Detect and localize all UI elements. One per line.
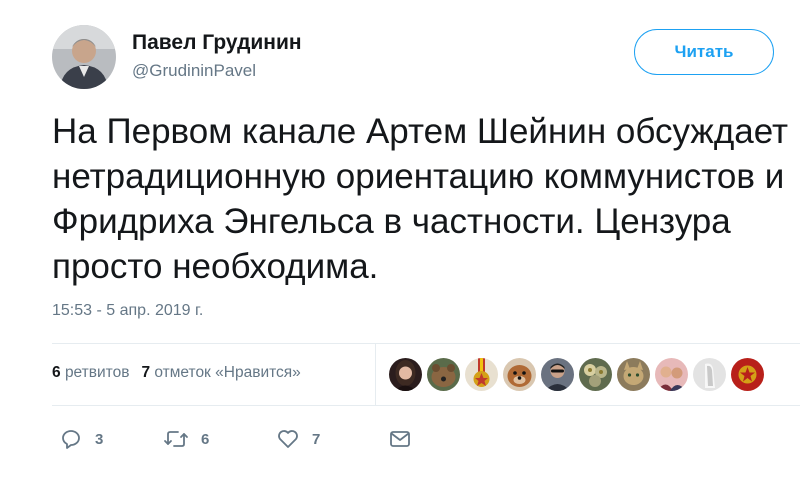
reply-button[interactable]: 3: [59, 427, 103, 451]
heart-icon: [278, 430, 298, 448]
like-count: 7: [312, 430, 321, 448]
liker-avatar[interactable]: [503, 358, 536, 391]
direct-message-button[interactable]: [388, 427, 412, 451]
retweet-icon: [164, 431, 188, 447]
reply-count: 3: [95, 430, 104, 448]
avatar[interactable]: [52, 25, 116, 89]
likes-count: 7: [141, 364, 151, 381]
tweet-timestamp[interactable]: 15:53 - 5 апр. 2019 г.: [52, 302, 203, 320]
liker-avatar[interactable]: [655, 358, 688, 391]
divider: [52, 405, 800, 406]
retweets-stat[interactable]: 6 ретвитов: [52, 364, 129, 382]
likes-label: отметок «Нравится»: [154, 364, 301, 381]
liker-avatar[interactable]: [541, 358, 574, 391]
stats-separator: [375, 343, 376, 405]
follow-button[interactable]: Читать: [634, 29, 774, 75]
retweets-label: ретвитов: [64, 364, 130, 381]
envelope-icon: [390, 431, 410, 447]
liker-avatar[interactable]: [427, 358, 460, 391]
likers-list: [389, 358, 764, 391]
liker-avatar[interactable]: [617, 358, 650, 391]
retweet-button[interactable]: 6: [163, 427, 209, 451]
tweet-stats: 6 ретвитов 7 отметок «Нравится»: [52, 364, 301, 382]
tweet-text: На Первом канале Артем Шейнин обсуждает …: [52, 112, 789, 286]
divider: [52, 343, 800, 344]
likes-stat[interactable]: 7 отметок «Нравится»: [141, 364, 300, 382]
liker-avatar[interactable]: [465, 358, 498, 391]
like-button[interactable]: 7: [276, 427, 320, 451]
liker-avatar[interactable]: [731, 358, 764, 391]
retweets-count: 6: [52, 364, 61, 381]
liker-avatar[interactable]: [389, 358, 422, 391]
liker-avatar[interactable]: [693, 358, 726, 391]
user-name[interactable]: Павел Грудинин: [132, 31, 302, 55]
reply-icon: [62, 430, 80, 449]
user-handle[interactable]: @GrudininPavel: [132, 61, 256, 81]
retweet-count: 6: [201, 430, 210, 448]
liker-avatar[interactable]: [579, 358, 612, 391]
